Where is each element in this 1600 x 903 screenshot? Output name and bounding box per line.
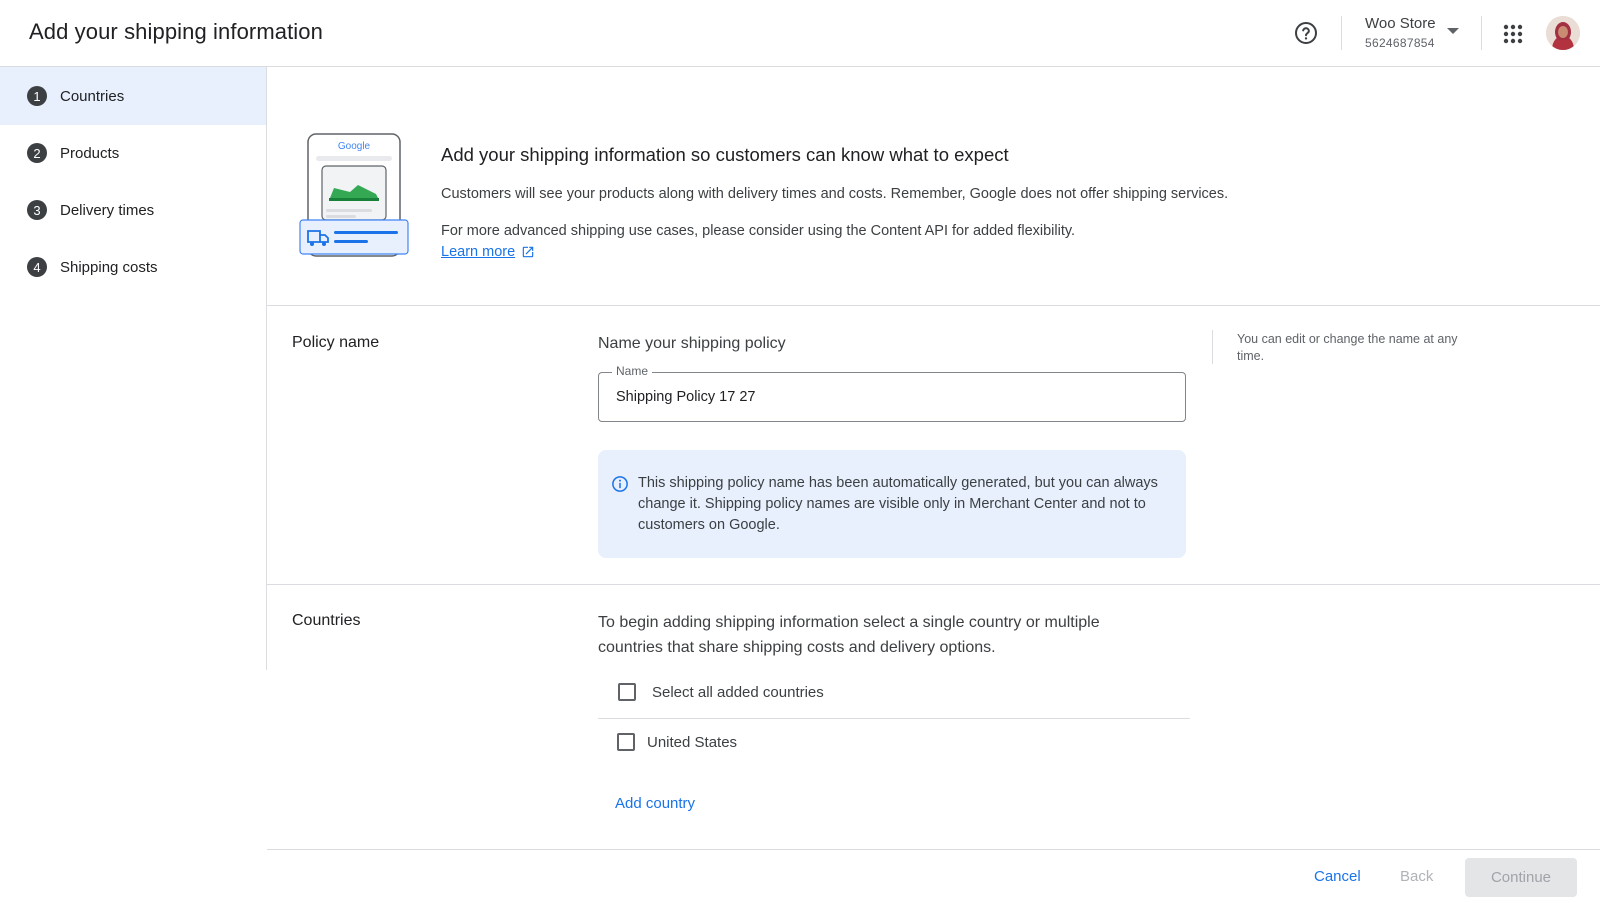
cancel-button[interactable]: Cancel	[1314, 868, 1361, 885]
step-label: Shipping costs	[60, 258, 158, 276]
step-number: 4	[27, 257, 47, 277]
account-name: Woo Store	[1365, 15, 1436, 32]
step-shipping-costs[interactable]: 4 Shipping costs	[0, 238, 266, 296]
account-id: 5624687854	[1365, 36, 1435, 50]
step-number: 1	[27, 86, 47, 106]
country-row-united-states[interactable]: United States	[617, 733, 737, 751]
country-checkbox[interactable]	[617, 733, 635, 751]
select-all-checkbox[interactable]	[618, 683, 636, 701]
intro-title: Add your shipping information so custome…	[441, 144, 1009, 165]
step-countries[interactable]: 1 Countries	[0, 67, 266, 125]
section-divider	[267, 584, 1600, 585]
top-header: Add your shipping information Woo Store …	[0, 0, 1600, 67]
avatar[interactable]	[1546, 16, 1580, 50]
step-sidebar: 1 Countries 2 Products 3 Delivery times …	[0, 67, 267, 670]
header-divider	[1341, 16, 1342, 50]
info-icon	[612, 476, 628, 492]
country-label: United States	[647, 733, 738, 751]
step-label: Products	[60, 144, 120, 162]
add-country-button[interactable]: Add country	[615, 795, 695, 812]
footer-divider	[267, 849, 1600, 850]
learn-more-label: Learn more	[441, 244, 516, 260]
chevron-down-icon[interactable]	[1447, 28, 1459, 34]
step-number: 3	[27, 200, 47, 220]
info-banner-text: This shipping policy name has been autom…	[638, 475, 1158, 533]
list-divider	[598, 718, 1190, 719]
continue-button[interactable]: Continue	[1465, 858, 1577, 897]
learn-more-link[interactable]: Learn more	[441, 244, 535, 260]
step-products[interactable]: 2 Products	[0, 124, 266, 182]
step-label: Countries	[60, 87, 125, 105]
shipping-illustration: Google	[298, 132, 410, 260]
intro-content-api-note: For more advanced shipping use cases, pl…	[441, 223, 1076, 239]
auto-name-info-banner: This shipping policy name has been autom…	[598, 450, 1186, 558]
back-button[interactable]: Back	[1400, 868, 1433, 885]
policy-name-input[interactable]	[616, 373, 1176, 421]
external-link-icon	[522, 246, 534, 258]
intro-description: Customers will see your products along w…	[441, 186, 1229, 202]
step-label: Delivery times	[60, 201, 155, 219]
step-number: 2	[27, 143, 47, 163]
side-note-divider	[1212, 330, 1213, 364]
policy-heading: Name your shipping policy	[598, 335, 786, 352]
illustration-google-text: Google	[338, 141, 371, 152]
page-title: Add your shipping information	[29, 19, 323, 44]
step-delivery-times[interactable]: 3 Delivery times	[0, 181, 266, 239]
apps-grid-icon[interactable]	[1501, 22, 1525, 46]
header-divider	[1481, 16, 1482, 50]
policy-name-field[interactable]: Name	[598, 364, 1186, 422]
help-icon[interactable]	[1294, 21, 1318, 45]
account-switcher[interactable]: Woo Store 5624687854	[1365, 15, 1436, 50]
section-divider	[267, 305, 1600, 306]
countries-intro-text: To begin adding shipping information sel…	[598, 614, 1100, 656]
countries-section-label: Countries	[292, 612, 361, 629]
policy-section-label: Policy name	[292, 334, 380, 351]
select-all-countries-row[interactable]: Select all added countries	[618, 683, 824, 701]
select-all-label: Select all added countries	[652, 683, 824, 701]
policy-side-note: You can edit or change the name at any t…	[1237, 332, 1458, 363]
